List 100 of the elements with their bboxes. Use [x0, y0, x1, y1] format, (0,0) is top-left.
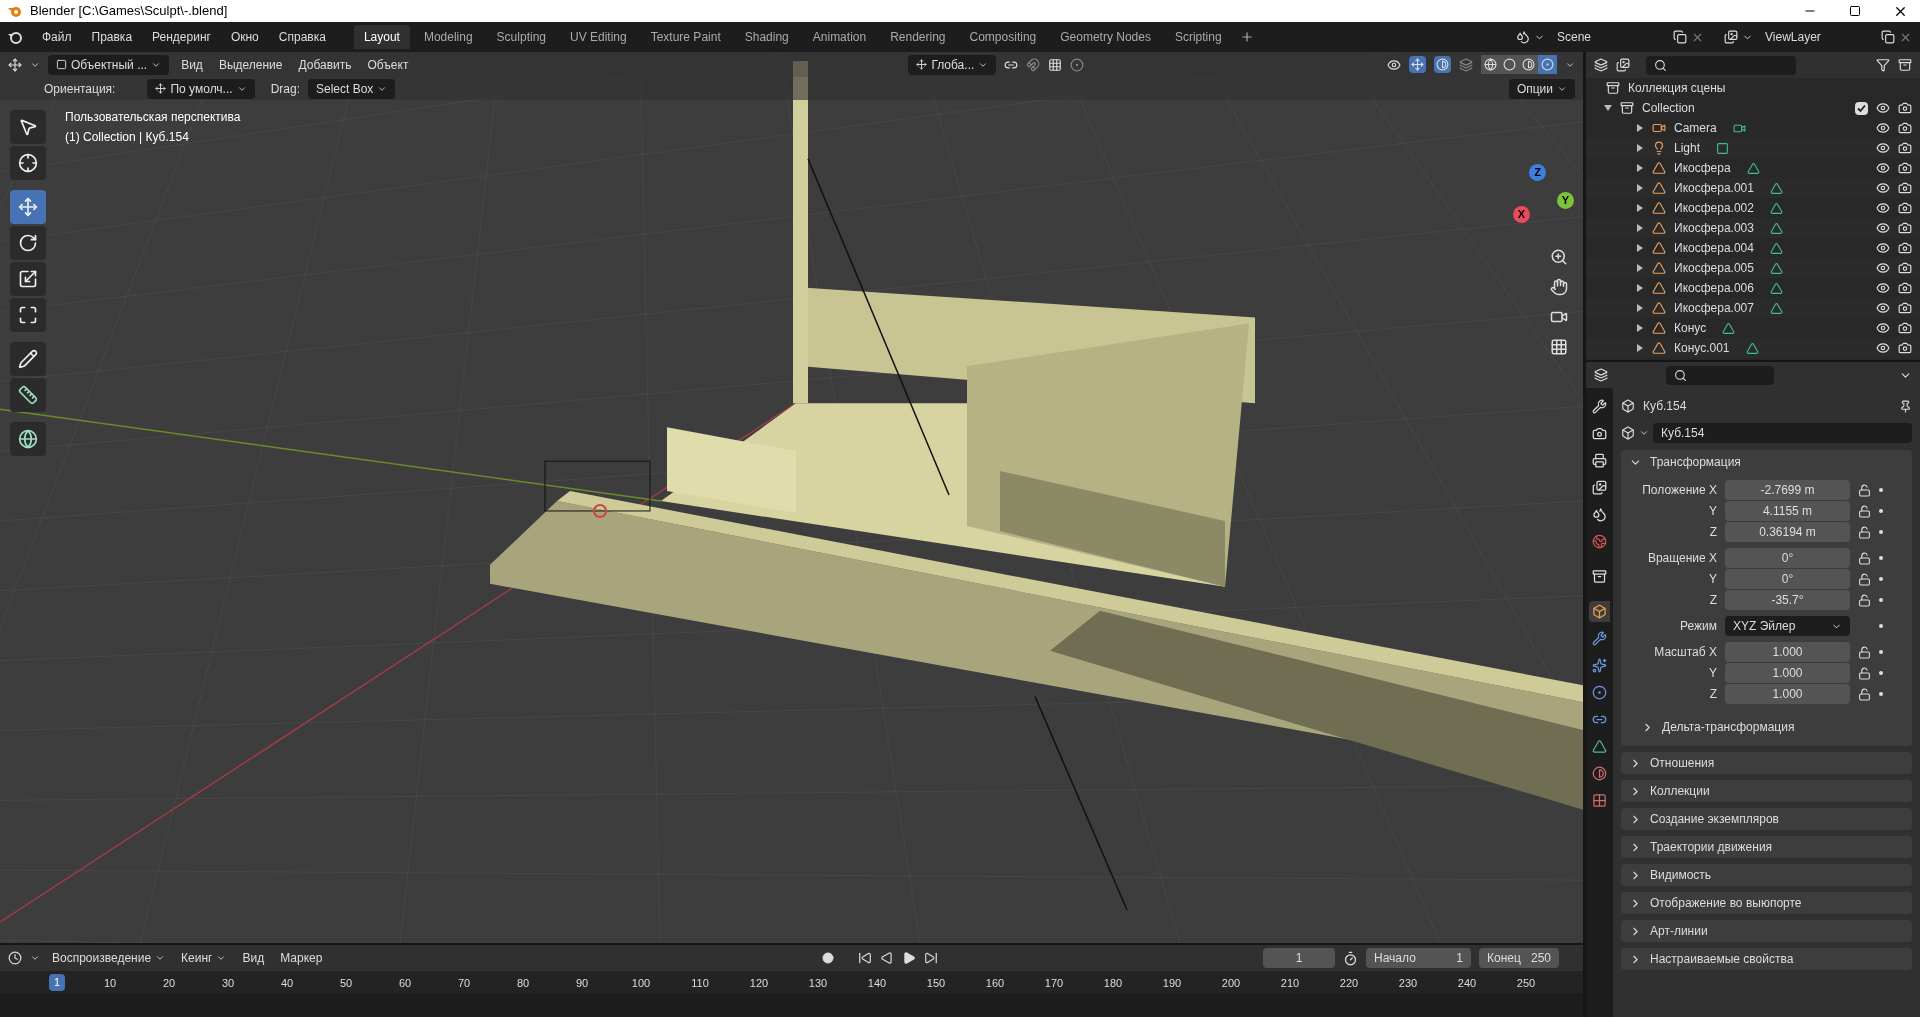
camera-icon[interactable]: [1898, 301, 1912, 315]
menu-item[interactable]: Вид: [177, 55, 207, 74]
workspace-tab[interactable]: Animation: [802, 25, 877, 49]
expand-triangle-icon[interactable]: [1636, 224, 1644, 232]
outliner-item[interactable]: Икосфера.002: [1674, 199, 1754, 217]
menu-item[interactable]: Объект: [363, 55, 413, 74]
dropdown[interactable]: XYZ Эйлер: [1725, 616, 1850, 636]
editor-type-icon[interactable]: [1594, 58, 1608, 72]
outliner-item[interactable]: Икосфера.006: [1674, 279, 1754, 297]
menu-item[interactable]: Рендеринг: [144, 28, 219, 46]
start-frame-field[interactable]: Начало 1: [1366, 948, 1471, 968]
snap-icon[interactable]: [1026, 57, 1041, 72]
tool-button[interactable]: [10, 146, 46, 180]
eye-icon[interactable]: [1876, 101, 1890, 115]
gizmo-toggle[interactable]: [1409, 56, 1426, 73]
editor-type-icon[interactable]: [1594, 368, 1608, 382]
shading-mode-button[interactable]: [1519, 55, 1538, 74]
workspace-tab[interactable]: Scripting: [1164, 25, 1232, 49]
orientation-dropdown[interactable]: Глоба...: [908, 54, 997, 75]
panel-header[interactable]: Арт-линии: [1621, 920, 1912, 942]
camera-icon[interactable]: [1898, 241, 1912, 255]
lock-icon[interactable]: [1858, 504, 1871, 518]
expand-triangle-icon[interactable]: [1636, 184, 1644, 192]
shading-mode-button[interactable]: [1481, 55, 1500, 74]
end-frame-field[interactable]: Конец 250: [1479, 948, 1559, 968]
camera-icon[interactable]: [1898, 101, 1912, 115]
menu-item[interactable]: Воспроизведение: [48, 949, 170, 967]
workspace-tab[interactable]: UV Editing: [560, 25, 637, 49]
outliner-item[interactable]: Light: [1674, 139, 1701, 157]
workspace-tab[interactable]: Compositing: [959, 25, 1047, 49]
copy-icon[interactable]: [1673, 30, 1687, 44]
editor-type-icon[interactable]: [8, 57, 22, 72]
app-logo-icon[interactable]: [8, 30, 22, 44]
expand-triangle-icon[interactable]: [1636, 244, 1644, 252]
outliner-item[interactable]: Икосфера.004: [1674, 239, 1754, 257]
number-field[interactable]: -35.7°: [1725, 590, 1850, 610]
camera-icon[interactable]: [1898, 161, 1912, 175]
eye-icon[interactable]: [1876, 221, 1890, 235]
lock-icon[interactable]: [1858, 593, 1871, 607]
display-mode-icon[interactable]: [1616, 58, 1630, 72]
copy-icon[interactable]: [1881, 30, 1895, 44]
pin-icon[interactable]: [1899, 399, 1912, 413]
new-collection-icon[interactable]: [1898, 58, 1912, 72]
panel-header[interactable]: Траектории движения: [1621, 836, 1912, 858]
eye-icon[interactable]: [1876, 301, 1890, 315]
current-frame-field[interactable]: 1: [1263, 948, 1335, 968]
panel-header[interactable]: Отображение во выюпорте: [1621, 892, 1912, 914]
xray-icon[interactable]: [1459, 57, 1473, 72]
menu-item[interactable]: Выделение: [214, 55, 287, 74]
menu-item[interactable]: Справка: [270, 28, 334, 46]
navigation-gizmo[interactable]: Z Y X: [1495, 162, 1580, 247]
lock-icon[interactable]: [1858, 687, 1871, 701]
play-icon[interactable]: [902, 951, 917, 965]
eye-icon[interactable]: [1876, 261, 1890, 275]
menu-item[interactable]: Правка: [83, 28, 141, 46]
outliner-item[interactable]: Конус: [1674, 319, 1707, 337]
eye-icon[interactable]: [1876, 141, 1890, 155]
camera-icon[interactable]: [1898, 141, 1912, 155]
play-reverse-icon[interactable]: [880, 951, 895, 965]
expand-triangle-icon[interactable]: [1636, 284, 1644, 292]
workspace-tab[interactable]: Modeling: [413, 25, 483, 49]
eye-icon[interactable]: [1876, 281, 1890, 295]
caret-icon[interactable]: [1639, 428, 1649, 438]
menu-item[interactable]: Вид: [238, 949, 269, 967]
number-field[interactable]: 1.000: [1725, 642, 1850, 662]
caret-icon[interactable]: [30, 953, 40, 963]
tool-button[interactable]: [10, 262, 46, 296]
outliner-item[interactable]: Икосфера.007: [1674, 299, 1754, 317]
search-field[interactable]: [1666, 365, 1774, 385]
workspace-tab[interactable]: Texture Paint: [640, 25, 731, 49]
eye-icon[interactable]: [1876, 121, 1890, 135]
mode-dropdown[interactable]: Объектный ...: [48, 54, 170, 75]
checkbox[interactable]: [1855, 101, 1868, 115]
panel-header[interactable]: Коллекции: [1621, 780, 1912, 802]
stopwatch-icon[interactable]: [1343, 950, 1358, 966]
panel-header[interactable]: Настраиваемые свойства: [1621, 948, 1912, 970]
number-field[interactable]: -2.7699 m: [1725, 480, 1850, 500]
snap-target-icon[interactable]: [1048, 57, 1063, 72]
outliner-item[interactable]: Икосфера.003: [1674, 219, 1754, 237]
eye-icon[interactable]: [1876, 201, 1890, 215]
workspace-tab[interactable]: Layout: [353, 25, 410, 49]
scene-icon[interactable]: [1516, 30, 1530, 44]
overlay-toggle[interactable]: [1434, 56, 1451, 73]
menu-item[interactable]: Добавить: [294, 55, 356, 74]
outliner-item[interactable]: Коллекция сцены: [1628, 79, 1726, 97]
filter-icon[interactable]: [1876, 58, 1890, 72]
lock-icon[interactable]: [1858, 666, 1871, 680]
panel-header[interactable]: Видимость: [1621, 864, 1912, 886]
collapse-triangle-icon[interactable]: [1604, 104, 1612, 112]
search-field[interactable]: [1646, 55, 1796, 75]
workspace-tab[interactable]: Geometry Nodes: [1050, 25, 1161, 49]
expand-triangle-icon[interactable]: [1636, 264, 1644, 272]
number-field[interactable]: 1.000: [1725, 684, 1850, 704]
subpanel-header[interactable]: Дельта-трансформация: [1633, 716, 1912, 738]
view-layer-icon[interactable]: [1724, 30, 1738, 44]
camera-icon[interactable]: [1898, 181, 1912, 195]
tool-button[interactable]: [10, 298, 46, 332]
lock-icon[interactable]: [1858, 645, 1871, 659]
tool-button[interactable]: [10, 378, 46, 412]
editor-type-icon[interactable]: [8, 951, 22, 965]
